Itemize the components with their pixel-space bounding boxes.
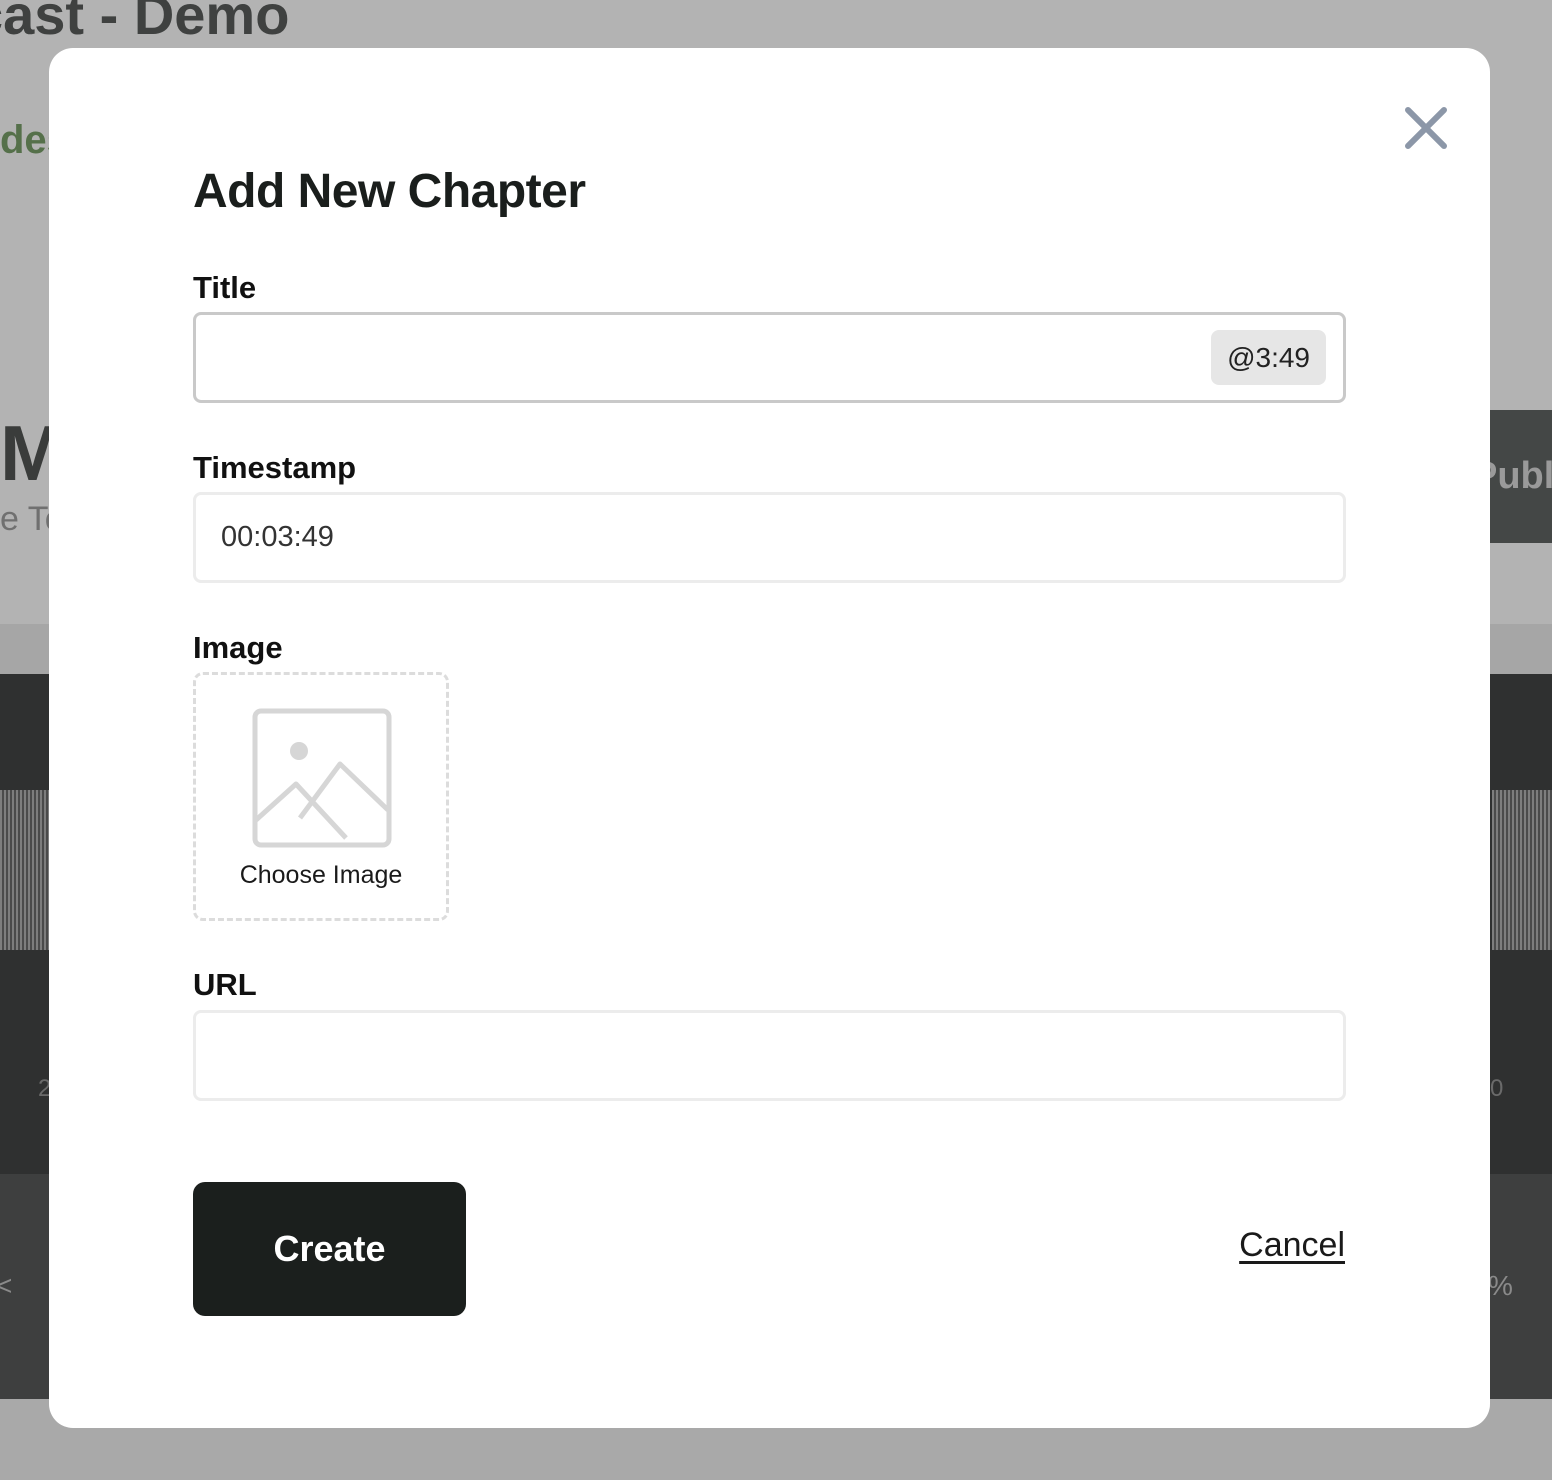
title-label: Title bbox=[193, 270, 257, 305]
close-button[interactable] bbox=[1402, 104, 1450, 152]
background-tick-right: 0 bbox=[1490, 1075, 1504, 1102]
url-input[interactable] bbox=[193, 1010, 1346, 1101]
timestamp-label: Timestamp bbox=[193, 450, 357, 485]
url-label: URL bbox=[193, 967, 257, 1002]
create-button[interactable]: Create bbox=[193, 1182, 466, 1316]
modal-title: Add New Chapter bbox=[193, 165, 586, 218]
choose-image-dropzone[interactable]: Choose Image bbox=[193, 672, 449, 921]
timestamp-input[interactable]: 00:03:49 bbox=[193, 492, 1346, 583]
cancel-link[interactable]: Cancel bbox=[1239, 1226, 1345, 1265]
background-page-title: cast - Demo bbox=[0, 0, 290, 46]
insert-timestamp-button[interactable]: @3:49 bbox=[1211, 330, 1326, 385]
image-placeholder-icon bbox=[252, 708, 392, 848]
choose-image-label: Choose Image bbox=[239, 861, 403, 889]
background-waveform-right bbox=[1492, 790, 1552, 950]
image-label: Image bbox=[193, 630, 283, 665]
background-control-left: < bbox=[0, 1270, 13, 1301]
title-input[interactable]: @3:49 bbox=[193, 312, 1346, 403]
background-control-right: % bbox=[1488, 1270, 1513, 1301]
timestamp-input-value: 00:03:49 bbox=[221, 521, 334, 553]
add-chapter-modal: Add New Chapter Title @3:49 Timestamp 00… bbox=[49, 48, 1490, 1428]
close-icon bbox=[1405, 107, 1447, 149]
